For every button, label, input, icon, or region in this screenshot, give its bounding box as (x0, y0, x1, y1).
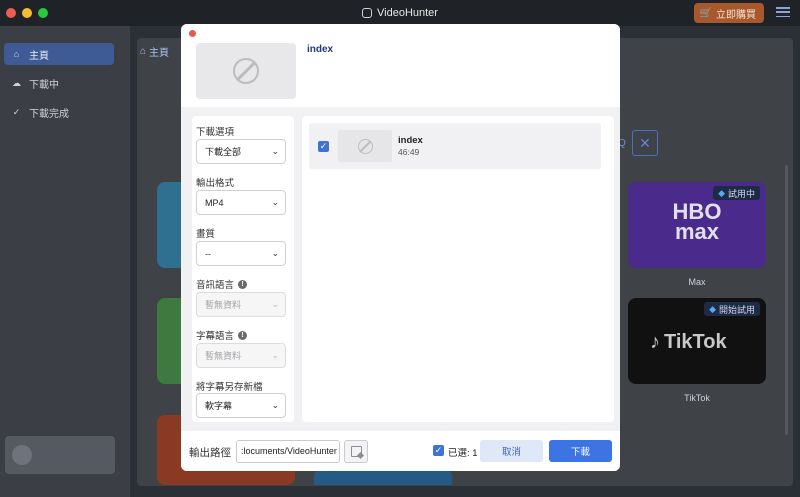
info-icon[interactable]: ! (238, 279, 248, 289)
sidebar-item-label: 主頁 (29, 50, 49, 62)
chevron-down-icon: ⌄ (271, 146, 279, 156)
audio-language-select[interactable]: 暫無資料 ⌄ (196, 292, 286, 317)
sidebar-item-label: 下載完成 (29, 108, 69, 120)
trial-badge-label: 試用中 (727, 188, 755, 199)
download-button[interactable]: 下載 (549, 440, 612, 462)
app-title-text: VideoHunter (377, 7, 438, 19)
trial-badge-label: 開始試用 (718, 304, 755, 315)
sidebar-item-downloading[interactable]: ☁ 下載中 (4, 72, 114, 94)
output-path-label: 輸出路徑 (189, 447, 231, 459)
clear-search-button[interactable]: ✕ (632, 130, 658, 156)
format-value: MP4 (205, 197, 224, 208)
sidebar-item-home[interactable]: ⌂ 主頁 (4, 43, 114, 65)
quality-select[interactable]: -- ⌄ (196, 241, 286, 266)
buy-now-button[interactable]: 🛒 立即購買 (693, 3, 764, 23)
audio-language-label: 音訊語言 ! (196, 277, 248, 291)
cart-icon: 🛒 (699, 7, 712, 19)
video-duration: 46:49 (398, 147, 420, 157)
chevron-down-icon: ⌄ (271, 248, 279, 258)
quality-label: 畫質 (196, 229, 216, 240)
sidebar: ⌂ 主頁 ☁ 下載中 ✓ 下載完成 (0, 26, 130, 497)
save-subtitle-value: 軟字幕 (205, 401, 233, 411)
no-image-icon (357, 138, 373, 154)
chevron-down-icon: ⌄ (271, 299, 279, 309)
home-icon: ⌂ (140, 45, 147, 57)
save-subtitle-select[interactable]: 軟字幕 ⌄ (196, 393, 286, 418)
options-panel: 下載選項 下載全部 ⌄ 輸出格式 MP4 ⌄ 畫質 -- ⌄ 音訊語言 ! 暫無… (192, 116, 294, 422)
service-tile[interactable] (314, 470, 452, 485)
quality-value: -- (205, 248, 211, 259)
diamond-icon: ◆ (709, 303, 716, 314)
dialog-title: index (307, 44, 334, 55)
menu-icon[interactable] (776, 5, 790, 19)
check-circle-icon: ✓ (12, 106, 21, 117)
diamond-icon: ◆ (718, 187, 725, 198)
video-thumbnail (196, 43, 296, 99)
browse-folder-button[interactable] (344, 440, 368, 463)
no-image-icon (233, 58, 259, 84)
service-tile-max[interactable]: ◆ 試用中 HBO max (628, 182, 766, 268)
buy-now-label: 立即購買 (716, 9, 756, 21)
audio-language-value: 暫無資料 (205, 300, 242, 310)
subtitle-language-label: 字幕語言 ! (196, 328, 248, 342)
download-option-select[interactable]: 下載全部 ⌄ (196, 139, 286, 164)
select-all-checkbox[interactable]: ✓ (433, 445, 444, 456)
sidebar-item-downloaded[interactable]: ✓ 下載完成 (4, 101, 114, 123)
video-title: index (398, 135, 423, 146)
video-list-panel: ✓ index 46:49 (302, 116, 614, 422)
max-logo: HBO max (672, 199, 722, 244)
download-option-label: 下載選項 (196, 127, 235, 138)
subtitle-language-select[interactable]: 暫無資料 ⌄ (196, 343, 286, 368)
video-checkbox[interactable]: ✓ (318, 141, 329, 152)
home-icon: ⌂ (13, 48, 20, 59)
service-label-tiktok: TikTok (684, 393, 710, 403)
tab-home-label: 主頁 (149, 47, 170, 59)
selected-count: 已選: 1 (448, 448, 478, 459)
trial-badge: ◆ 開始試用 (704, 302, 760, 316)
dialog-header: index (181, 24, 620, 107)
service-label-max: Max (688, 277, 706, 287)
app-logo-icon (362, 8, 373, 18)
video-thumbnail (338, 130, 392, 162)
list-item[interactable]: ✓ index 46:49 (309, 123, 601, 169)
chevron-down-icon: ⌄ (271, 350, 279, 360)
service-tile-tiktok[interactable]: ◆ 開始試用 ♪ TikTok (628, 298, 766, 384)
format-select[interactable]: MP4 ⌄ (196, 190, 286, 215)
app-title: VideoHunter (0, 0, 800, 26)
trial-badge: ◆ 試用中 (713, 186, 760, 200)
user-card[interactable] (5, 436, 115, 474)
output-path-field[interactable]: :locuments/VideoHunter (236, 440, 340, 463)
main-scrollbar[interactable] (785, 165, 788, 435)
download-option-value: 下載全部 (205, 147, 242, 157)
subtitle-language-value: 暫無資料 (205, 351, 242, 361)
cloud-download-icon: ☁ (12, 77, 21, 88)
avatar (12, 445, 32, 465)
sidebar-item-label: 下載中 (29, 79, 59, 91)
dialog-footer: 輸出路徑 :locuments/VideoHunter ✓ 已選: 1 取消 下… (181, 431, 620, 471)
tiktok-logo: ♪ TikTok (650, 331, 727, 353)
music-note-icon: ♪ (650, 331, 660, 353)
format-label: 輸出格式 (196, 178, 235, 189)
tab-home[interactable]: ⌂ 主頁 (140, 42, 169, 60)
cancel-button[interactable]: 取消 (480, 440, 543, 462)
download-dialog: index 下載選項 下載全部 ⌄ 輸出格式 MP4 ⌄ 畫質 -- ⌄ 音訊語… (181, 24, 620, 471)
info-icon[interactable]: ! (238, 330, 248, 340)
save-subtitle-label: 將字幕另存新檔 (196, 382, 263, 393)
open-folder-icon (350, 446, 362, 457)
chevron-down-icon: ⌄ (271, 400, 279, 410)
dialog-close-button[interactable] (189, 30, 196, 37)
title-bar: VideoHunter 🛒 立即購買 (0, 0, 800, 26)
chevron-down-icon: ⌄ (271, 197, 279, 207)
